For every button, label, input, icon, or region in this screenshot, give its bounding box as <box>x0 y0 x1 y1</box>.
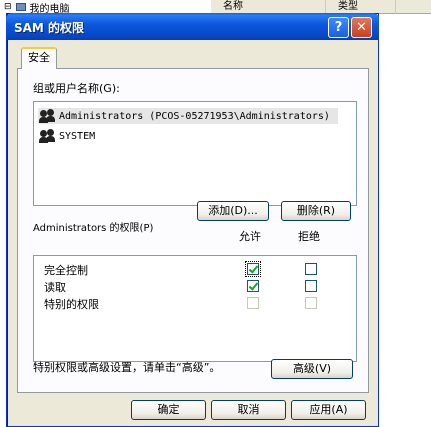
full-control-allow-checkbox[interactable] <box>245 261 261 277</box>
background-tree-item[interactable]: ⊟ 我的电脑 <box>0 0 210 15</box>
help-button[interactable]: ? <box>328 17 349 38</box>
deny-header: 拒绝 <box>298 230 320 243</box>
advanced-button[interactable]: 高级(V) <box>271 359 353 379</box>
column-header-name[interactable]: 名称 <box>211 0 326 14</box>
group-users-label: 组或用户名称(G): <box>33 82 120 95</box>
list-item-user[interactable]: Administrators (PCOS-05271953\Administra… <box>38 108 338 124</box>
apply-button[interactable]: 应用(A) <box>291 400 366 420</box>
dialog-title: SAM 的权限 <box>14 21 85 35</box>
background-column-headers: 名称 类型 <box>211 0 431 14</box>
ok-button[interactable]: 确定 <box>131 400 206 420</box>
computer-icon <box>15 3 26 11</box>
list-item-user[interactable]: SYSTEM <box>38 128 97 144</box>
permission-name: 读取 <box>44 281 66 294</box>
full-control-deny-checkbox[interactable] <box>305 263 317 275</box>
permissions-label: Administrators 的权限(P) <box>33 223 154 234</box>
permissions-list: 完全控制 读取 特别的权限 <box>33 255 357 362</box>
help-icon: ? <box>334 20 343 35</box>
permissions-dialog: SAM 的权限 ? ✕ 安全 组或用户名称(G): Administrators… <box>6 13 379 427</box>
user-name: Administrators (PCOS-05271953\Administra… <box>59 110 330 122</box>
permission-name: 特别的权限 <box>44 298 99 311</box>
user-group-icon <box>39 109 56 123</box>
read-deny-checkbox[interactable] <box>305 280 317 292</box>
user-name: SYSTEM <box>59 130 96 142</box>
expand-toggle-icon[interactable]: ⊟ <box>4 2 12 12</box>
title-bar[interactable]: SAM 的权限 ? ✕ <box>6 13 379 40</box>
users-list[interactable]: Administrators (PCOS-05271953\Administra… <box>33 101 357 206</box>
advanced-hint: 特别权限或高级设置，请单击“高级”。 <box>33 361 221 374</box>
close-icon: ✕ <box>356 20 367 35</box>
cancel-button[interactable]: 取消 <box>211 400 286 420</box>
add-button[interactable]: 添加(D)... <box>197 201 269 221</box>
allow-header: 允许 <box>239 230 261 243</box>
background-explorer: ⊟ 我的电脑 名称 类型 <box>0 0 431 15</box>
column-header-type[interactable]: 类型 <box>326 0 396 14</box>
close-button[interactable]: ✕ <box>351 17 372 38</box>
special-allow-checkbox <box>247 297 259 309</box>
tab-security[interactable]: 安全 <box>21 47 57 69</box>
special-deny-checkbox <box>305 297 317 309</box>
permission-name: 完全控制 <box>44 264 88 277</box>
read-allow-checkbox[interactable] <box>247 280 259 292</box>
remove-button[interactable]: 删除(R) <box>281 201 351 221</box>
user-group-icon <box>39 129 56 143</box>
